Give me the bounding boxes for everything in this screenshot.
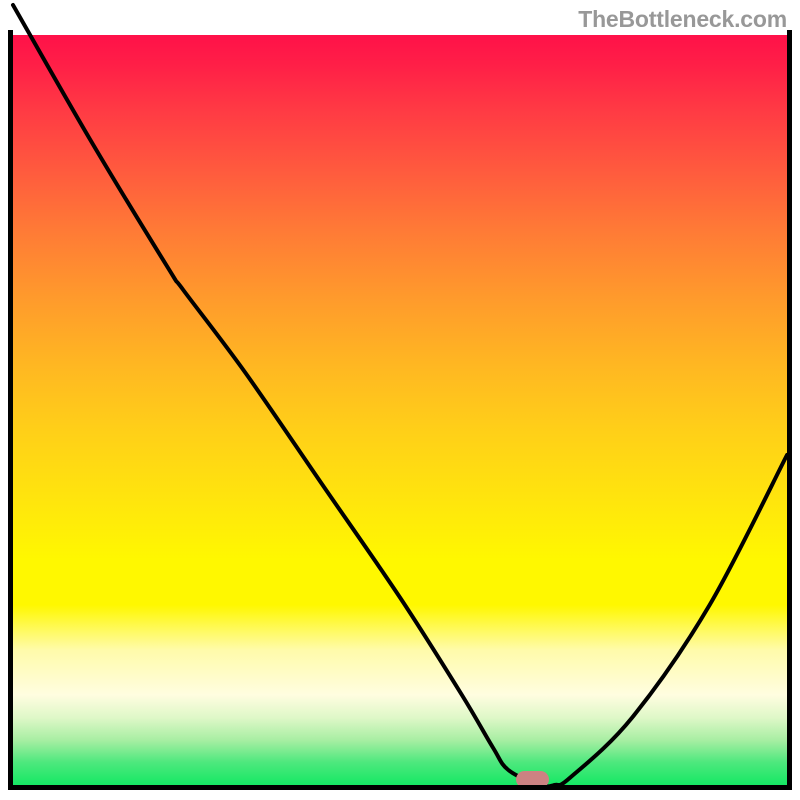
axis-left xyxy=(8,30,13,790)
bottleneck-chart: TheBottleneck.com xyxy=(0,0,800,800)
curve-svg xyxy=(13,35,787,785)
axis-right xyxy=(787,30,792,790)
axis-bottom xyxy=(8,785,792,790)
bottleneck-curve-path xyxy=(13,5,787,786)
watermark-text: TheBottleneck.com xyxy=(578,6,787,33)
